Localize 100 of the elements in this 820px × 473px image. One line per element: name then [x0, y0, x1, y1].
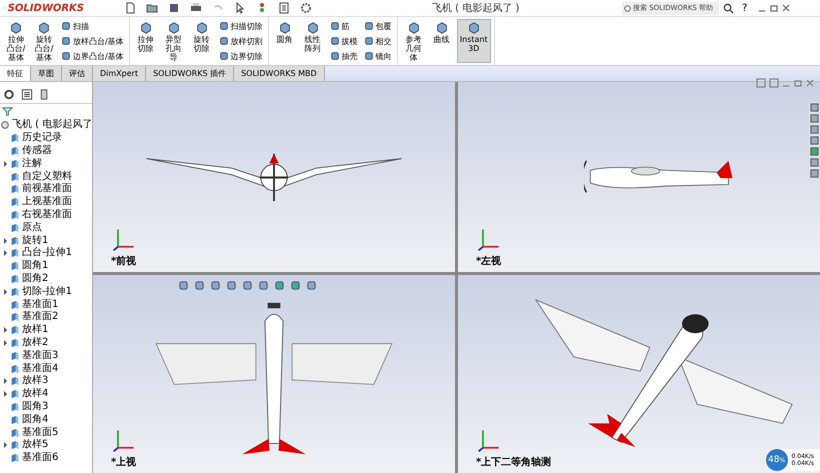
- tree-item[interactable]: 基准面4: [22, 362, 58, 375]
- feature-icon: [10, 286, 20, 297]
- cursor-icon[interactable]: [234, 2, 246, 14]
- ribbon-button[interactable]: 相交: [362, 34, 394, 48]
- tree-item[interactable]: 原点: [22, 222, 42, 234]
- ribbon-button[interactable]: 圆角: [272, 19, 298, 46]
- ribbon-button[interactable]: 扫描: [59, 19, 126, 33]
- tree-item[interactable]: 前视基准面: [22, 183, 72, 196]
- ribbon-button[interactable]: 镜向: [362, 49, 394, 63]
- expand-arrow-icon[interactable]: [4, 340, 6, 346]
- ribbon-button[interactable]: 放样凸台/基体: [59, 34, 126, 48]
- view-tool-icon[interactable]: [258, 280, 269, 291]
- tree-item[interactable]: 放样4: [22, 388, 48, 400]
- ribbon-button[interactable]: 参考几何体: [400, 19, 427, 64]
- ribbon-button[interactable]: 线性阵列: [300, 19, 326, 55]
- feature-icon: [10, 312, 20, 322]
- ribbon-button[interactable]: 放样切割: [216, 34, 265, 48]
- tree-item[interactable]: 基准面2: [22, 311, 58, 324]
- tree-item[interactable]: 基准面1: [22, 298, 58, 311]
- ribbon-button[interactable]: 异型孔向导: [160, 19, 187, 64]
- viewport[interactable]: *前视: [93, 82, 455, 272]
- ribbon-button[interactable]: 筋: [328, 19, 360, 33]
- tree-item[interactable]: 上视基准面: [22, 196, 72, 208]
- tree-item[interactable]: 自定义塑料: [22, 170, 72, 183]
- view-tool-icon[interactable]: [178, 280, 189, 291]
- viewport[interactable]: *上视: [93, 275, 455, 473]
- view-tool-icon[interactable]: [210, 280, 221, 291]
- ribbon-tab[interactable]: 特征: [0, 66, 31, 81]
- tree-item[interactable]: 圆角3: [22, 400, 48, 413]
- app-logo[interactable]: SOLIDWORKS: [0, 2, 90, 14]
- tree-item[interactable]: 历史记录: [22, 132, 62, 144]
- tree-item[interactable]: 基准面3: [22, 350, 58, 362]
- feature-icon: [10, 300, 20, 310]
- tree-item[interactable]: 放样2: [22, 336, 48, 349]
- new-file-icon[interactable]: [124, 2, 136, 14]
- ribbon-button[interactable]: 旋转切除: [188, 19, 215, 55]
- feature-icon: [10, 338, 20, 348]
- ribbon-button[interactable]: 曲线: [428, 19, 455, 46]
- ribbon-tab[interactable]: SOLIDWORKS 插件: [146, 66, 234, 81]
- ribbon-button[interactable]: 拉伸切除: [132, 19, 159, 55]
- expand-arrow-icon[interactable]: [4, 238, 6, 244]
- property-manager-tab-icon[interactable]: [20, 88, 34, 101]
- ribbon-tab[interactable]: SOLIDWORKS MBD: [234, 66, 325, 81]
- ribbon-button[interactable]: 扫描切除: [216, 19, 265, 33]
- ribbon-tab[interactable]: 评估: [62, 66, 93, 81]
- feature-manager-tab-icon[interactable]: [2, 88, 16, 101]
- ribbon-button[interactable]: 边界切除: [216, 49, 265, 63]
- print-icon[interactable]: [190, 2, 202, 14]
- feature-icon: [10, 389, 20, 400]
- ribbon-button[interactable]: Instant3D: [456, 19, 491, 63]
- tool-icon: [218, 21, 229, 31]
- feature-icon: [10, 261, 20, 272]
- expand-arrow-icon[interactable]: [4, 378, 6, 384]
- expand-arrow-icon[interactable]: [4, 442, 6, 448]
- tree-item[interactable]: 放样5: [22, 439, 48, 452]
- viewport-controls-icon[interactable]: [756, 78, 816, 88]
- expand-arrow-icon[interactable]: [4, 391, 6, 398]
- view-tool-icon[interactable]: [290, 280, 301, 291]
- tree-item[interactable]: 凸台-拉伸1: [22, 247, 72, 260]
- view-tool-icon[interactable]: [242, 280, 253, 291]
- ribbon-tab[interactable]: DimXpert: [93, 66, 146, 81]
- filter-icon[interactable]: [2, 106, 13, 117]
- view-tool-icon[interactable]: [306, 280, 317, 291]
- view-tool-icon[interactable]: [274, 280, 285, 291]
- tree-item[interactable]: 基准面6: [22, 452, 58, 464]
- open-folder-icon[interactable]: [146, 2, 158, 14]
- ribbon-button[interactable]: 拔模: [328, 34, 360, 48]
- ribbon-button[interactable]: 抽壳: [328, 49, 360, 63]
- tool-icon: [466, 21, 481, 35]
- tree-item[interactable]: 放样1: [22, 324, 48, 336]
- settings-icon[interactable]: [300, 2, 312, 14]
- expand-arrow-icon[interactable]: [4, 250, 6, 256]
- tree-item[interactable]: 注解: [22, 158, 42, 170]
- view-tool-icon[interactable]: [194, 280, 205, 291]
- tool-icon: [330, 51, 340, 61]
- tree-item[interactable]: 旋转1: [22, 234, 48, 247]
- tree-item[interactable]: 圆角1: [22, 260, 48, 272]
- tree-item[interactable]: 基准面5: [22, 426, 58, 439]
- tree-item[interactable]: 右视基准面: [22, 208, 72, 221]
- help-button[interactable]: ?: [742, 2, 748, 14]
- expand-arrow-icon[interactable]: [4, 288, 6, 295]
- tree-item[interactable]: 飞机 ( 电影起风了: [12, 119, 92, 132]
- search-icon[interactable]: [723, 2, 734, 14]
- ribbon-tab[interactable]: 草图: [31, 66, 62, 81]
- tree-item[interactable]: 圆角4: [22, 414, 48, 426]
- tree-item[interactable]: 切除-拉伸1: [22, 286, 72, 298]
- ribbon-button[interactable]: 旋转凸台/基体: [31, 19, 57, 64]
- save-icon[interactable]: [168, 2, 180, 14]
- ribbon-button[interactable]: 包覆: [362, 19, 394, 33]
- expand-arrow-icon[interactable]: [4, 160, 6, 167]
- viewport[interactable]: *左视: [458, 82, 820, 272]
- ribbon-button[interactable]: 拉伸凸台/基体: [3, 19, 29, 64]
- list-icon[interactable]: [278, 2, 290, 14]
- tree-item[interactable]: 放样3: [22, 375, 48, 388]
- tool-icon: [166, 21, 181, 35]
- expand-arrow-icon[interactable]: [4, 327, 6, 334]
- tree-item[interactable]: 传感器: [22, 144, 52, 157]
- view-tool-icon[interactable]: [226, 280, 237, 291]
- tree-item[interactable]: 圆角2: [22, 272, 48, 285]
- ribbon-button[interactable]: 边界凸台/基体: [59, 49, 126, 63]
